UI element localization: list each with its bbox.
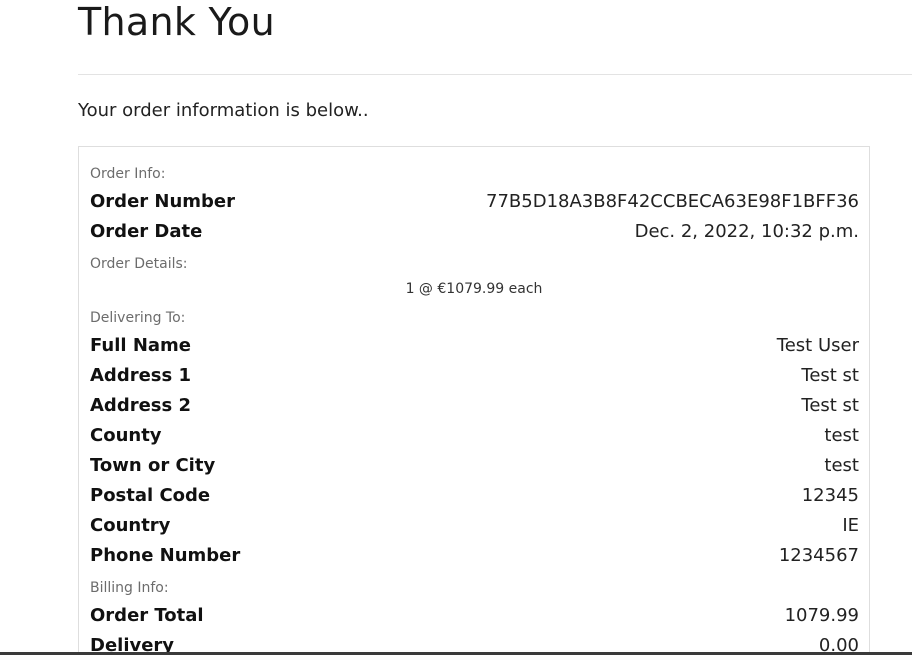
delivering-to-label: Delivering To: bbox=[90, 310, 186, 326]
county-key: County bbox=[90, 425, 162, 446]
order-date-value: Dec. 2, 2022, 10:32 p.m. bbox=[634, 221, 859, 242]
full-name-key: Full Name bbox=[90, 335, 191, 356]
county-value: test bbox=[824, 425, 859, 446]
phone-number-value: 1234567 bbox=[778, 545, 859, 566]
address-1-key: Address 1 bbox=[90, 365, 192, 386]
order-info-label: Order Info: bbox=[90, 166, 166, 182]
country-value: IE bbox=[842, 515, 859, 536]
address-2-value: Test st bbox=[801, 395, 859, 416]
order-confirmation-page: Thank You Your order information is belo… bbox=[0, 0, 912, 655]
postal-code-key: Postal Code bbox=[90, 485, 211, 506]
page-title: Thank You bbox=[78, 0, 275, 44]
order-total-key: Order Total bbox=[90, 605, 204, 626]
order-line-item: 1 @ €1079.99 each bbox=[405, 281, 543, 297]
billing-info-label: Billing Info: bbox=[90, 580, 169, 596]
order-details-label: Order Details: bbox=[90, 256, 188, 272]
order-number-key: Order Number bbox=[90, 191, 236, 212]
address-1-value: Test st bbox=[801, 365, 859, 386]
town-or-city-value: test bbox=[824, 455, 859, 476]
order-number-value: 77B5D18A3B8F42CCBECA63E98F1BFF36 bbox=[486, 191, 859, 212]
country-key: Country bbox=[90, 515, 171, 536]
order-total-value: 1079.99 bbox=[784, 605, 859, 626]
postal-code-value: 12345 bbox=[801, 485, 859, 506]
intro-text: Your order information is below.. bbox=[78, 100, 369, 121]
full-name-value: Test User bbox=[776, 335, 859, 356]
address-2-key: Address 2 bbox=[90, 395, 192, 416]
order-summary-card: Order Info: Order Number 77B5D18A3B8F42C… bbox=[78, 146, 870, 655]
phone-number-key: Phone Number bbox=[90, 545, 241, 566]
title-divider bbox=[78, 74, 912, 75]
town-or-city-key: Town or City bbox=[90, 455, 216, 476]
order-date-key: Order Date bbox=[90, 221, 203, 242]
